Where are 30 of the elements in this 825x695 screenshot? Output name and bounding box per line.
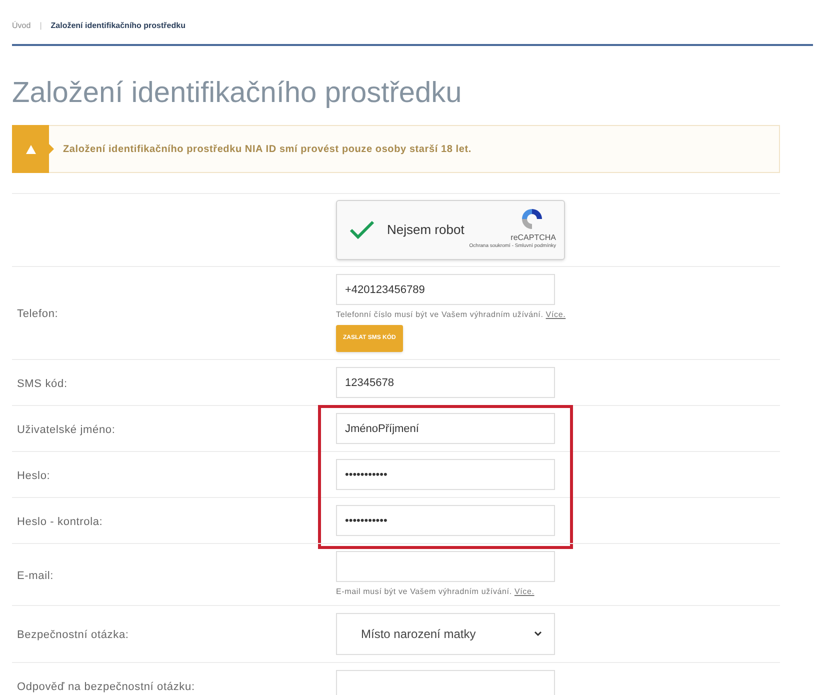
input-field[interactable]: ••••••••••• [336, 505, 555, 536]
recaptcha-logo-icon [520, 207, 544, 231]
chevron-down-icon [534, 631, 542, 637]
field-label: Uživatelské jméno: [17, 424, 116, 436]
field-label: Heslo: [17, 470, 50, 482]
breadcrumb-link[interactable]: Úvod [12, 20, 31, 32]
more-link[interactable]: Více. [514, 587, 534, 596]
breadcrumb-link[interactable]: Založení identifikačního prostředku [50, 20, 186, 32]
input-field[interactable]: ••••••••••• [336, 459, 555, 490]
alert-message: Založení identifikačního prostředku NIA ID smí provést pouze osoby starší 18 let. [63, 142, 472, 156]
field-hint: E-mail musí být ve Vašem výhradním užívání. Více. [336, 586, 534, 598]
warning-icon [26, 144, 36, 154]
input-field[interactable] [336, 670, 555, 695]
more-link[interactable]: Více. [546, 310, 566, 319]
field-label: Heslo - kontrola: [17, 516, 103, 528]
input-field[interactable]: +420123456789 [336, 274, 555, 305]
field-label: E-mail: [17, 570, 54, 582]
question-select[interactable]: Místo narození matky [336, 613, 555, 655]
field-hint: Telefonní číslo musí být ve Vašem výhradním užívání. Více. [336, 309, 566, 321]
breadcrumb-separator: | [40, 20, 42, 32]
field-label: SMS kód: [17, 378, 68, 390]
field-label: Bezpečnostní otázka: [17, 629, 129, 641]
field-label: Telefon: [17, 308, 58, 320]
input-field[interactable]: 12345678 [336, 367, 555, 398]
field-label: Odpověď na bezpečnostní otázku: [17, 680, 195, 692]
recaptcha-brand: reCAPTCHA [510, 233, 556, 243]
page-title: Založení identifikačního prostředku [12, 79, 463, 108]
captcha-label: Nejsem robot [387, 221, 464, 240]
input-field[interactable] [336, 551, 555, 582]
input-field[interactable]: JménoPříjmení [336, 413, 555, 444]
